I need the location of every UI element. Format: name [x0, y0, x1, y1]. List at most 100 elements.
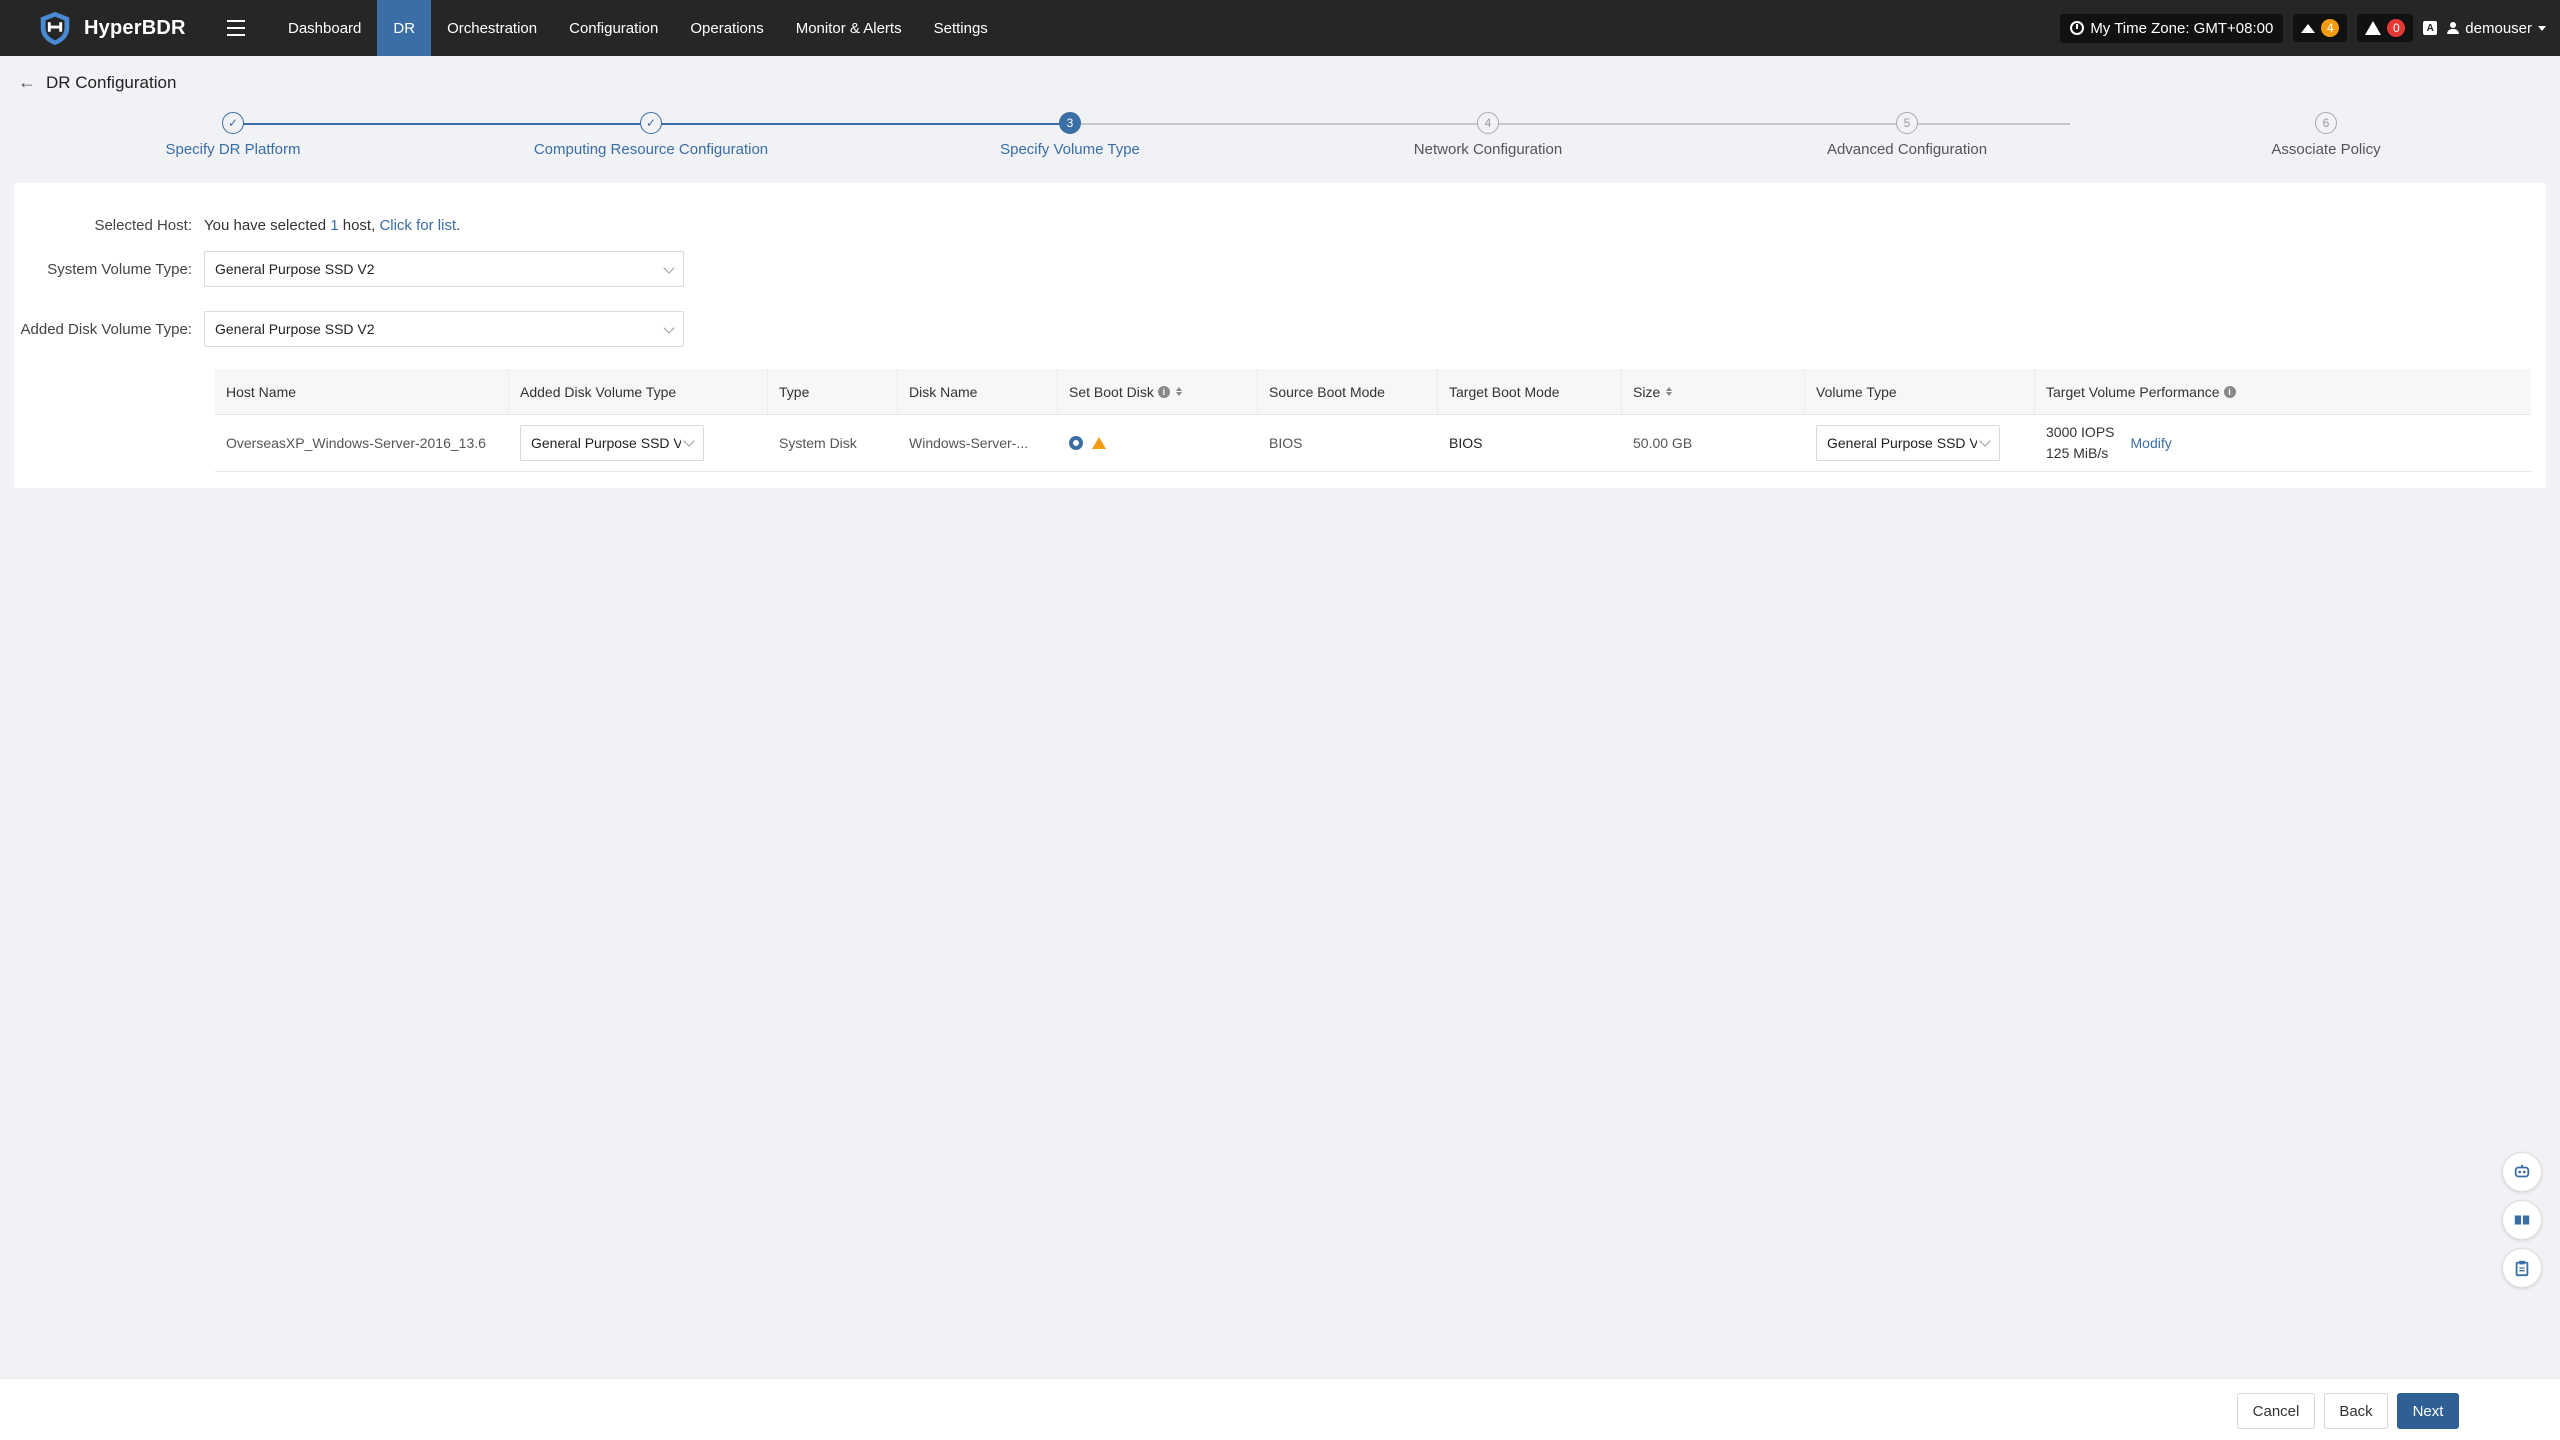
- th-size[interactable]: Size: [1622, 369, 1805, 414]
- boot-disk-radio[interactable]: [1069, 436, 1083, 450]
- step-label: Associate Policy: [2271, 141, 2381, 158]
- cancel-button[interactable]: Cancel: [2237, 1393, 2315, 1429]
- user-menu[interactable]: demouser: [2447, 20, 2546, 37]
- step-check-icon: ✓: [640, 112, 662, 134]
- th-host-name: Host Name: [215, 369, 509, 414]
- chevron-down-icon: [683, 435, 695, 447]
- click-for-list-link[interactable]: Click for list: [379, 217, 456, 234]
- menu-toggle-icon[interactable]: [218, 10, 254, 46]
- step-label: Advanced Configuration: [1826, 141, 1988, 158]
- upgrade-count-badge: 4: [2321, 19, 2340, 37]
- row-volume-type-select[interactable]: General Purpose SSD V2: [1816, 425, 2000, 461]
- th-type: Type: [768, 369, 898, 414]
- step-label: Computing Resource Configuration: [533, 141, 769, 158]
- step-label: Specify Volume Type: [1000, 141, 1140, 158]
- nav-monitor-alerts[interactable]: Monitor & Alerts: [780, 0, 918, 56]
- next-button[interactable]: Next: [2397, 1393, 2459, 1429]
- warning-icon[interactable]: [1092, 437, 1106, 449]
- footer-actions: Cancel Back Next: [0, 1378, 2560, 1440]
- clock-icon: [2070, 21, 2085, 35]
- performance-values: 3000 IOPS 125 MiB/s: [2046, 422, 2115, 464]
- step-advanced-configuration: 5 Advanced Configuration: [1747, 112, 2067, 158]
- documentation-button[interactable]: [2502, 1200, 2542, 1240]
- nav-orchestration[interactable]: Orchestration: [431, 0, 553, 56]
- page-title: DR Configuration: [46, 72, 177, 92]
- selected-host-row: Selected Host: You have selected 1 host,…: [14, 217, 460, 234]
- selected-host-prefix: You have selected: [204, 217, 327, 234]
- timezone-button[interactable]: My Time Zone: GMT+08:00: [2060, 13, 2284, 43]
- nav-configuration[interactable]: Configuration: [553, 0, 674, 56]
- alert-warning-icon: [2365, 21, 2382, 35]
- selected-host-suffix: host,: [342, 217, 376, 234]
- th-set-boot-disk[interactable]: Set Boot Disk i: [1058, 369, 1258, 414]
- nav-operations[interactable]: Operations: [674, 0, 779, 56]
- cell-target-volume-performance: 3000 IOPS 125 MiB/s Modify: [2035, 415, 2531, 471]
- selected-host-value: You have selected 1 host, Click for list…: [204, 217, 460, 234]
- cell-set-boot-disk: [1058, 415, 1258, 471]
- step-number: 6: [2315, 112, 2337, 134]
- upgrade-arrow-icon: [2301, 23, 2316, 33]
- cell-volume-type: General Purpose SSD V2: [1805, 415, 2035, 471]
- added-disk-volume-row: Added Disk Volume Type: General Purpose …: [14, 311, 684, 347]
- upgrade-notifications[interactable]: 4: [2293, 14, 2348, 42]
- table-row: OverseasXP_Windows-Server-2016_13.6 Gene…: [215, 415, 2531, 472]
- step-label: Network Configuration: [1413, 141, 1563, 158]
- robot-icon: [2514, 1164, 2530, 1178]
- cell-type: System Disk: [779, 435, 857, 451]
- sort-icon[interactable]: [1666, 387, 1673, 396]
- system-volume-select[interactable]: General Purpose SSD V2: [204, 251, 684, 287]
- user-icon: [2447, 22, 2460, 34]
- step-number: 5: [1896, 112, 1918, 134]
- volume-config-card: Selected Host: You have selected 1 host,…: [14, 183, 2546, 488]
- system-volume-row: System Volume Type: General Purpose SSD …: [14, 251, 684, 287]
- clipboard-button[interactable]: [2502, 1248, 2542, 1288]
- wizard-steps: ✓ Specify DR Platform ✓ Computing Resour…: [0, 110, 2560, 170]
- cell-size: 50.00 GB: [1633, 435, 1693, 451]
- th-added-disk-volume-type: Added Disk Volume Type: [509, 369, 768, 414]
- step-computing-resource: ✓ Computing Resource Configuration: [491, 112, 811, 158]
- support-chat-button[interactable]: [2502, 1152, 2542, 1192]
- th-disk-name: Disk Name: [898, 369, 1058, 414]
- top-navbar: HyperBDR Dashboard DR Orchestration Conf…: [0, 0, 2560, 56]
- info-icon[interactable]: i: [2223, 385, 2236, 398]
- step-specify-dr-platform: ✓ Specify DR Platform: [73, 112, 393, 158]
- added-disk-volume-select[interactable]: General Purpose SSD V2: [204, 311, 684, 347]
- nav-dr[interactable]: DR: [377, 0, 432, 56]
- th-volume-type: Volume Type: [1805, 369, 2035, 414]
- sort-icon[interactable]: [1175, 387, 1182, 396]
- iops-value: 3000 IOPS: [2046, 424, 2115, 440]
- modify-performance-link[interactable]: Modify: [2131, 435, 2172, 451]
- row-added-disk-volume-select[interactable]: General Purpose SSD V2: [520, 425, 704, 461]
- book-icon: [2514, 1215, 2530, 1225]
- cell-target-boot-mode: BIOS: [1449, 435, 1483, 451]
- timezone-label: My Time Zone: GMT+08:00: [2090, 19, 2274, 37]
- cell-host-name: OverseasXP_Windows-Server-2016_13.6: [226, 435, 486, 451]
- cell-disk-name: Windows-Server-...: [909, 435, 1029, 451]
- throughput-value: 125 MiB/s: [2046, 445, 2109, 461]
- chevron-down-icon: [663, 322, 675, 334]
- caret-down-icon: [2538, 25, 2546, 31]
- selected-host-label: Selected Host:: [94, 217, 192, 234]
- chevron-down-icon: [663, 262, 675, 274]
- step-label: Specify DR Platform: [165, 141, 301, 158]
- added-disk-volume-value: General Purpose SSD V2: [215, 321, 375, 337]
- th-target-boot-mode: Target Boot Mode: [1438, 369, 1622, 414]
- system-volume-value: General Purpose SSD V2: [215, 261, 375, 277]
- language-icon[interactable]: A: [2423, 21, 2438, 35]
- th-target-volume-performance-label: Target Volume Performance: [2046, 383, 2220, 400]
- system-volume-label: System Volume Type:: [47, 260, 192, 278]
- disk-table: Host Name Added Disk Volume Type Type Di…: [215, 369, 2531, 472]
- back-button[interactable]: Back: [2324, 1393, 2388, 1429]
- row-volume-type-value: General Purpose SSD V2: [1827, 435, 1977, 451]
- cell-added-disk-volume-type: General Purpose SSD V2: [509, 415, 768, 471]
- nav-settings[interactable]: Settings: [918, 0, 1004, 56]
- cell-source-boot-mode: BIOS: [1269, 435, 1303, 451]
- info-icon[interactable]: i: [1157, 385, 1170, 398]
- th-target-volume-performance: Target Volume Performance i: [2035, 369, 2531, 414]
- step-associate-policy: 6 Associate Policy: [2166, 112, 2486, 158]
- row-added-disk-volume-value: General Purpose SSD V2: [531, 435, 681, 451]
- nav-dashboard[interactable]: Dashboard: [272, 0, 377, 56]
- app-logo[interactable]: HyperBDR: [0, 9, 210, 47]
- alert-notifications[interactable]: 0: [2357, 14, 2414, 42]
- back-arrow-icon[interactable]: ←: [18, 72, 36, 93]
